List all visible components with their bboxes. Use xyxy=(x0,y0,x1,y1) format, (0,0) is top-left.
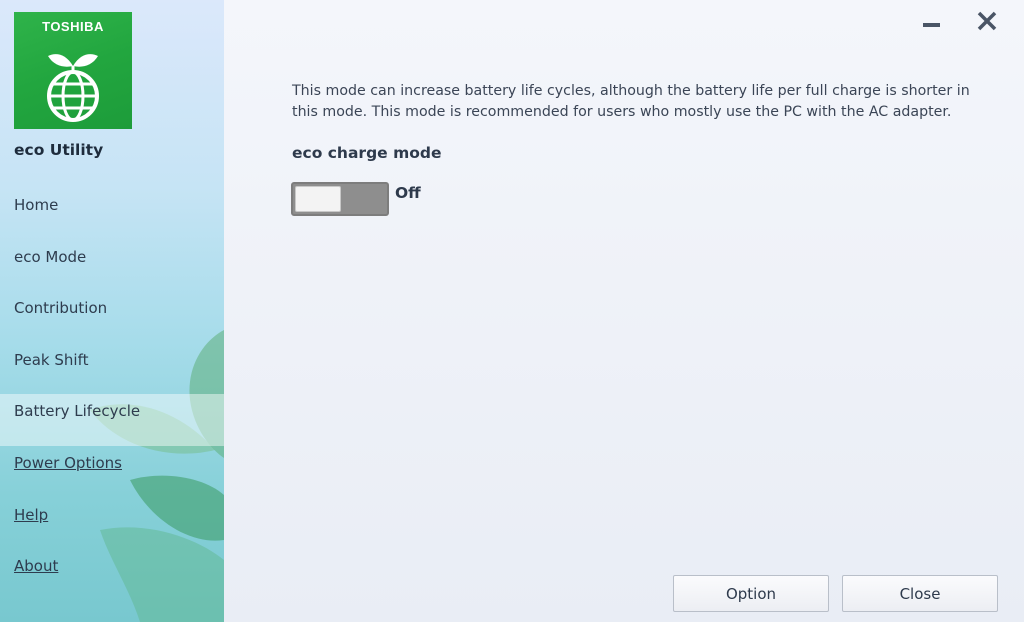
nav-item-label: Contribution xyxy=(14,299,108,317)
toggle-knob xyxy=(295,186,341,212)
eco-globe-icon xyxy=(47,54,99,122)
nav-item-contribution[interactable]: Contribution xyxy=(0,282,224,334)
nav-item-peak-shift[interactable]: Peak Shift xyxy=(0,334,224,386)
main-panel: This mode can increase battery life cycl… xyxy=(224,0,1024,622)
minimize-icon xyxy=(923,23,940,27)
mode-description: This mode can increase battery life cycl… xyxy=(292,83,970,120)
sidebar: TOSHIBA eco Utility Home eco Mode Contri… xyxy=(0,0,224,622)
nav-link-help[interactable]: Help xyxy=(0,489,224,541)
nav-link-about[interactable]: About xyxy=(0,540,224,592)
nav-item-label: Power Options xyxy=(14,454,122,472)
close-button[interactable]: Close xyxy=(842,575,998,612)
nav-link-power-options[interactable]: Power Options xyxy=(0,437,224,489)
nav-item-eco-mode[interactable]: eco Mode xyxy=(0,231,224,283)
nav-item-home[interactable]: Home xyxy=(0,179,224,231)
toshiba-logo: TOSHIBA xyxy=(14,12,132,129)
nav-item-label: Peak Shift xyxy=(14,351,89,369)
close-icon xyxy=(977,11,997,31)
window-close-button[interactable] xyxy=(973,8,1001,36)
eco-charge-mode-toggle[interactable] xyxy=(291,182,389,216)
nav-item-label: About xyxy=(14,557,59,575)
eco-charge-mode-label: eco charge mode xyxy=(292,144,442,162)
minimize-button[interactable] xyxy=(918,8,946,36)
toggle-state-text: Off xyxy=(395,184,421,202)
logo-brand-text: TOSHIBA xyxy=(42,19,104,34)
nav-item-label: Home xyxy=(14,196,59,214)
option-button[interactable]: Option xyxy=(673,575,829,612)
nav-item-label: Battery Lifecycle xyxy=(14,402,141,420)
nav-item-label: eco Mode xyxy=(14,248,87,266)
app-title: eco Utility xyxy=(14,141,104,159)
nav-item-label: Help xyxy=(14,506,49,524)
